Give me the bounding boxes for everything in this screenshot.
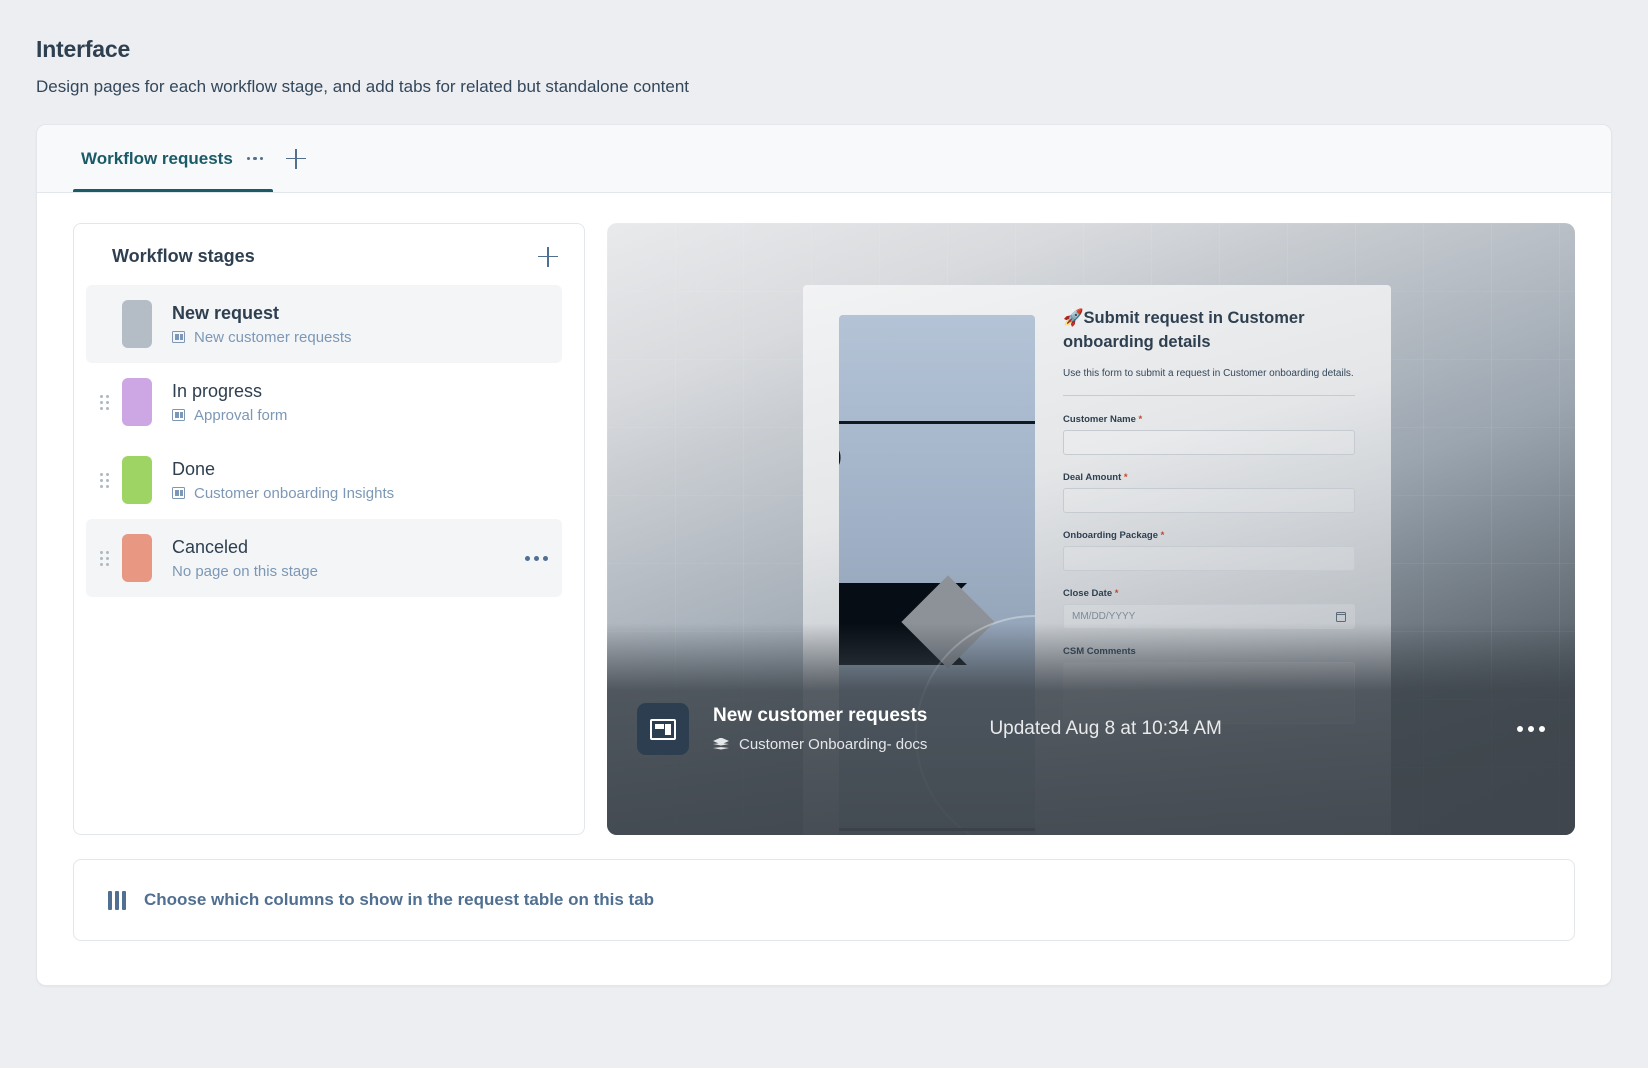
close-date-placeholder: MM/DD/YYYY [1072,610,1136,622]
columns-icon [108,890,126,910]
stage-page: New customer requests [172,329,352,346]
form-field-deal-amount: Deal Amount * [1063,472,1355,513]
page-layout-icon [172,331,185,343]
required-marker: * [1114,587,1119,599]
page-subtitle: Design pages for each workflow stage, an… [36,77,690,96]
field-label: Onboarding Package * [1063,529,1165,541]
stage-name: Canceled [172,536,249,557]
plus-icon [286,148,307,169]
stage-page: Customer onboarding Insights [172,485,394,502]
stage-text: New request New customer requests [172,303,352,346]
overlay-text: New customer requests Customer Onboardin… [713,705,927,753]
calendar-icon[interactable] [1335,611,1347,622]
field-label: Deal Amount * [1063,471,1128,483]
overlay-updated-timestamp: Updated Aug 8 at 10:34 AM [989,718,1222,739]
overlay-ellipsis-icon[interactable] [1517,726,1545,732]
stage-text: Canceled No page on this stage [172,537,318,580]
drag-handle-icon[interactable] [86,394,122,410]
stage-page-label: Approval form [194,406,288,424]
stage-page-label: New customer requests [194,328,352,346]
required-marker: * [1123,471,1128,483]
add-stage-button[interactable] [538,246,558,267]
interface-card: Workflow requests Workflow stages New re… [36,124,1612,986]
stage-ellipsis-icon[interactable] [525,555,548,561]
form-field-customer-name: Customer Name * [1063,414,1355,455]
page-preview[interactable]: ) 🚀Submit request in Customer onboarding… [607,223,1575,835]
choose-columns-button[interactable]: Choose which columns to show in the requ… [73,859,1575,941]
onboarding-package-input[interactable] [1063,545,1355,571]
hero-rule [839,421,1035,424]
stage-row-canceled[interactable]: Canceled No page on this stage [86,519,562,597]
drag-handle-icon[interactable] [86,550,122,566]
overlay-source: Customer Onboarding- docs [713,736,927,753]
required-marker: * [1138,413,1143,425]
stage-row-done[interactable]: Done Customer onboarding Insights [86,441,562,519]
hero-bracket-glyph: ) [839,441,842,471]
deal-amount-input[interactable] [1063,487,1355,513]
interface-page: Interface Design pages for each workflow… [0,0,1648,1068]
stage-row-new-request[interactable]: New request New customer requests [86,285,562,363]
stages-title: Workflow stages [112,246,255,266]
form-field-onboarding-package: Onboarding Package * [1063,530,1355,571]
field-label: Customer Name * [1063,413,1143,425]
required-marker: * [1160,529,1165,541]
stage-text: Done Customer onboarding Insights [172,459,394,502]
stage-page: No page on this stage [172,563,318,580]
overlay-title: New customer requests [713,705,928,726]
stage-page-label: No page on this stage [172,562,318,580]
choose-columns-label: Choose which columns to show in the requ… [144,890,655,909]
stages-header: Workflow stages [74,246,584,267]
stage-color-swatch [122,456,152,504]
stage-color-swatch [122,300,152,348]
tab-workflow-requests[interactable]: Workflow requests [73,125,274,192]
layers-icon [713,737,729,752]
page-title: Interface [36,36,131,62]
tab-strip: Workflow requests [37,125,1611,193]
form-description: Use this form to submit a request in Cus… [1063,366,1355,396]
tab-label: Workflow requests [81,148,233,168]
workflow-stages-panel: Workflow stages New request New customer… [73,223,585,835]
form-title: 🚀Submit request in Customer onboarding d… [1063,309,1305,351]
page-layout-icon [172,487,185,499]
preview-overlay: New customer requests Customer Onboardin… [607,623,1575,835]
customer-name-input[interactable] [1063,429,1355,455]
tab-ellipsis-icon[interactable] [245,153,266,165]
stage-page: Approval form [172,407,287,424]
field-label: Close Date * [1063,587,1119,599]
overlay-source-label: Customer Onboarding- docs [739,736,928,753]
stage-color-swatch [122,534,152,582]
drag-handle-icon[interactable] [86,472,122,488]
card-body: Workflow stages New request New customer… [37,193,1611,835]
stage-row-in-progress[interactable]: In progress Approval form [86,363,562,441]
stage-list: New request New customer requests In pro… [74,285,584,597]
stage-name: In progress [172,380,263,401]
stage-name: New request [172,302,280,323]
stage-text: In progress Approval form [172,381,287,424]
add-tab-button[interactable] [273,125,319,192]
stage-name: Done [172,458,216,479]
stage-page-label: Customer onboarding Insights [194,484,395,502]
page-layout-icon [637,703,689,755]
page-layout-icon [172,409,185,421]
stage-color-swatch [122,378,152,426]
